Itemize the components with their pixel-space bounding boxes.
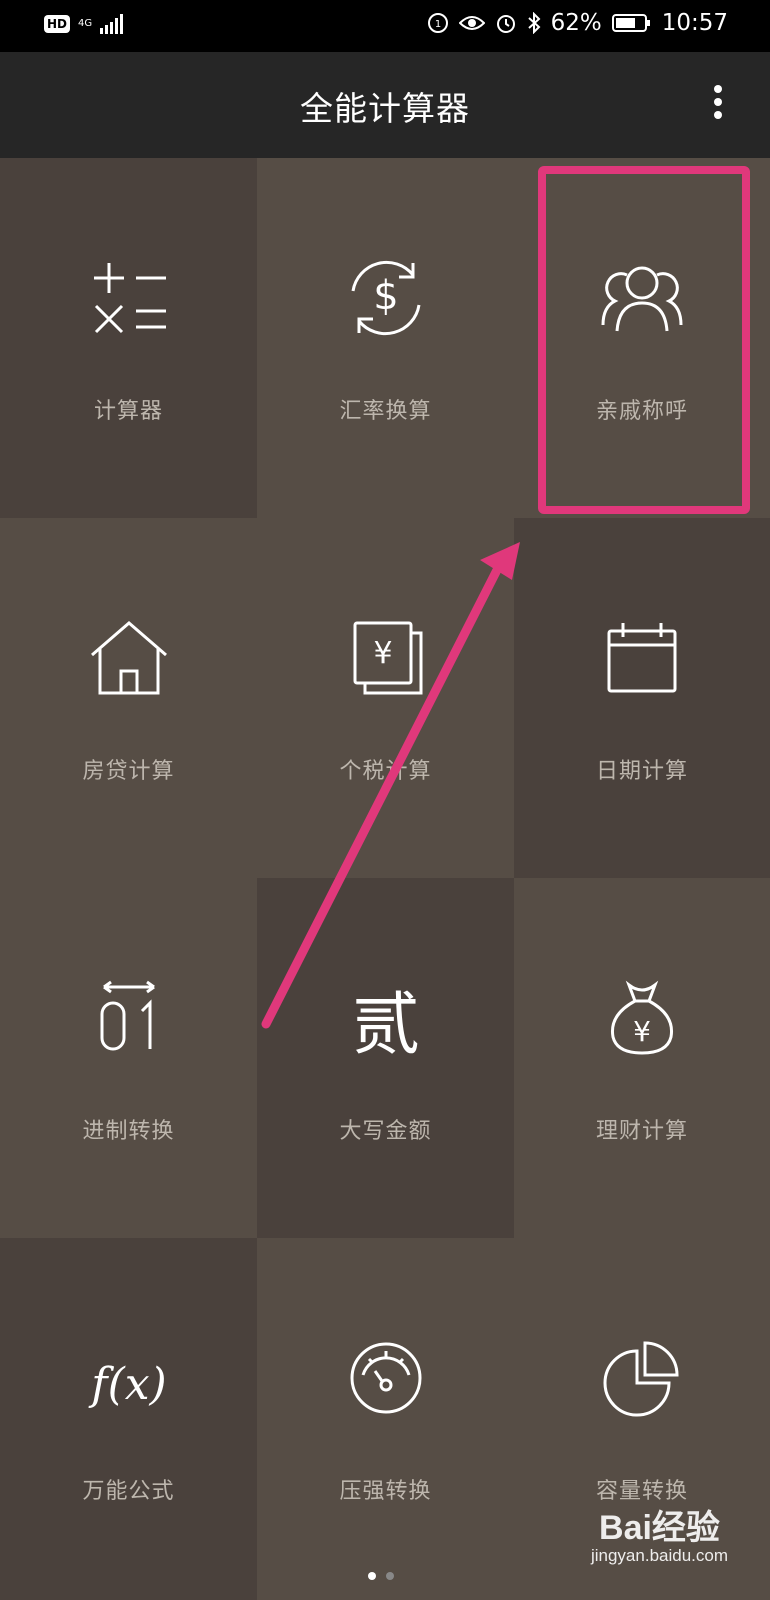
svg-text:f(x): f(x): [88, 1359, 166, 1410]
tile-label: 大写金额: [339, 1119, 432, 1144]
tile-label: 进制转换: [82, 1119, 175, 1144]
watermark-logo: Bai经验 jingyan.baidu.com: [591, 1510, 728, 1566]
page-dot-active: [368, 1572, 376, 1580]
tile-pressure[interactable]: 压强转换: [257, 1238, 514, 1600]
tile-label: 个税计算: [339, 759, 432, 784]
status-right: 1 62% 10:57: [427, 10, 728, 36]
tile-mortgage[interactable]: 房贷计算: [0, 518, 257, 878]
tile-income-tax[interactable]: ¥ 个税计算: [257, 518, 514, 878]
svg-text:贰: 贰: [351, 986, 419, 1063]
svg-text:$: $: [373, 273, 398, 319]
more-dot-icon: [714, 98, 722, 106]
currency-exchange-icon: $: [351, 260, 420, 336]
watermark-url: jingyan.baidu.com: [590, 1546, 728, 1565]
tile-formula[interactable]: f(x) 万能公式: [0, 1238, 257, 1600]
tile-finance[interactable]: ¥ 理财计算: [514, 878, 770, 1238]
more-dot-icon: [714, 111, 722, 119]
svg-text:1: 1: [434, 19, 440, 30]
tile-label: 汇率换算: [339, 399, 432, 424]
svg-text:¥: ¥: [633, 1015, 651, 1048]
function-icon: f(x): [88, 1359, 166, 1410]
tile-label: 万能公式: [82, 1479, 175, 1504]
hd-badge: HD: [44, 15, 71, 33]
network-type: 4G: [78, 18, 93, 29]
calendar-icon: [607, 623, 677, 693]
clock: 10:57: [661, 10, 728, 36]
tile-capital-amount[interactable]: 贰 大写金额: [257, 878, 514, 1238]
svg-text:¥: ¥: [373, 636, 392, 671]
tile-label: 容量转换: [595, 1479, 688, 1504]
more-dot-icon: [714, 85, 722, 93]
tile-currency-exchange[interactable]: $ 汇率换算: [257, 158, 514, 518]
tile-label: 压强转换: [339, 1479, 432, 1504]
calculator-icon: [93, 263, 166, 334]
tile-label: 房贷计算: [82, 759, 175, 784]
app-bar: 全能计算器: [0, 52, 770, 158]
battery-percent: 62%: [550, 10, 602, 36]
binary-icon: [100, 980, 155, 1051]
money-bag-icon: ¥: [610, 980, 674, 1055]
watermark-brand: Bai经验: [599, 1509, 720, 1547]
highlight-box: [538, 166, 750, 514]
chinese-numeral-icon: 贰: [351, 986, 419, 1063]
tile-label: 日期计算: [595, 759, 688, 784]
signal-icon: [100, 14, 124, 34]
house-icon: [90, 621, 167, 695]
status-bar: HD 4G 1 62% 10:57: [0, 0, 770, 52]
status-left: HD 4G: [44, 14, 126, 34]
gauge-icon: [350, 1342, 421, 1414]
battery-icon: [611, 14, 650, 32]
data-saver-icon: 1: [427, 13, 448, 33]
app-title: 全能计算器: [300, 89, 470, 128]
page-dot: [386, 1572, 394, 1580]
tile-label: 理财计算: [595, 1119, 688, 1144]
tile-date[interactable]: 日期计算: [514, 518, 770, 878]
eye-icon: [458, 16, 485, 30]
pie-chart-icon: [603, 1341, 679, 1417]
page-indicator: [368, 1572, 394, 1580]
tile-base-conversion[interactable]: 进制转换: [0, 878, 257, 1238]
bluetooth-icon: [527, 12, 541, 34]
tile-calculator[interactable]: 计算器: [0, 158, 257, 518]
more-options-button[interactable]: [706, 82, 730, 126]
tax-document-icon: ¥: [353, 621, 422, 695]
tile-label: 计算器: [93, 399, 163, 424]
alarm-icon: [496, 15, 515, 33]
